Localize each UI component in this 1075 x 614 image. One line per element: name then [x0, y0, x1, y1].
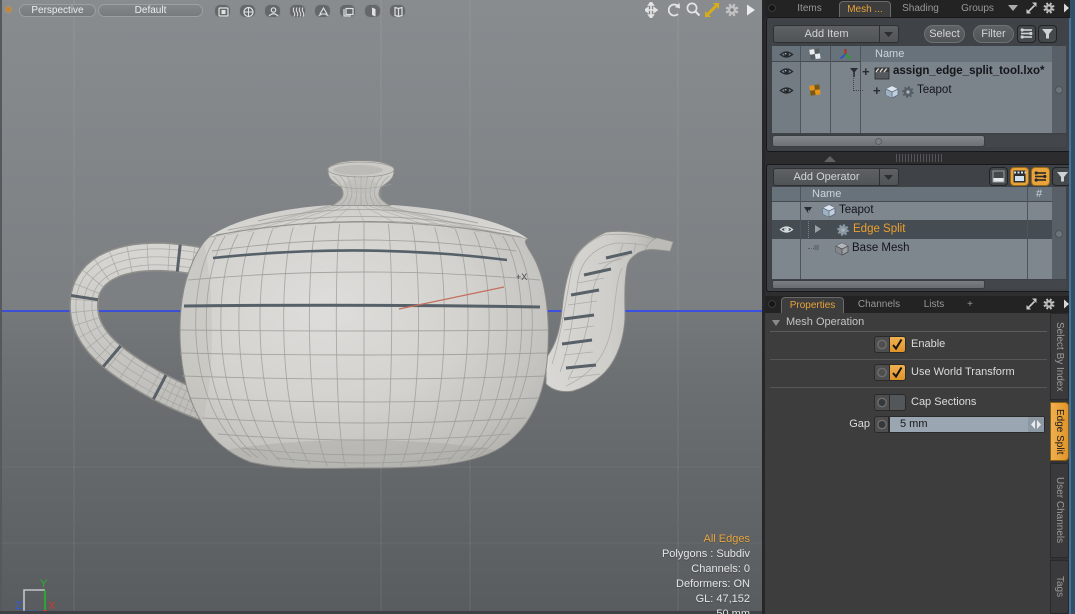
svg-text:+X: +X	[516, 272, 527, 282]
svg-text:Y: Y	[40, 578, 48, 590]
